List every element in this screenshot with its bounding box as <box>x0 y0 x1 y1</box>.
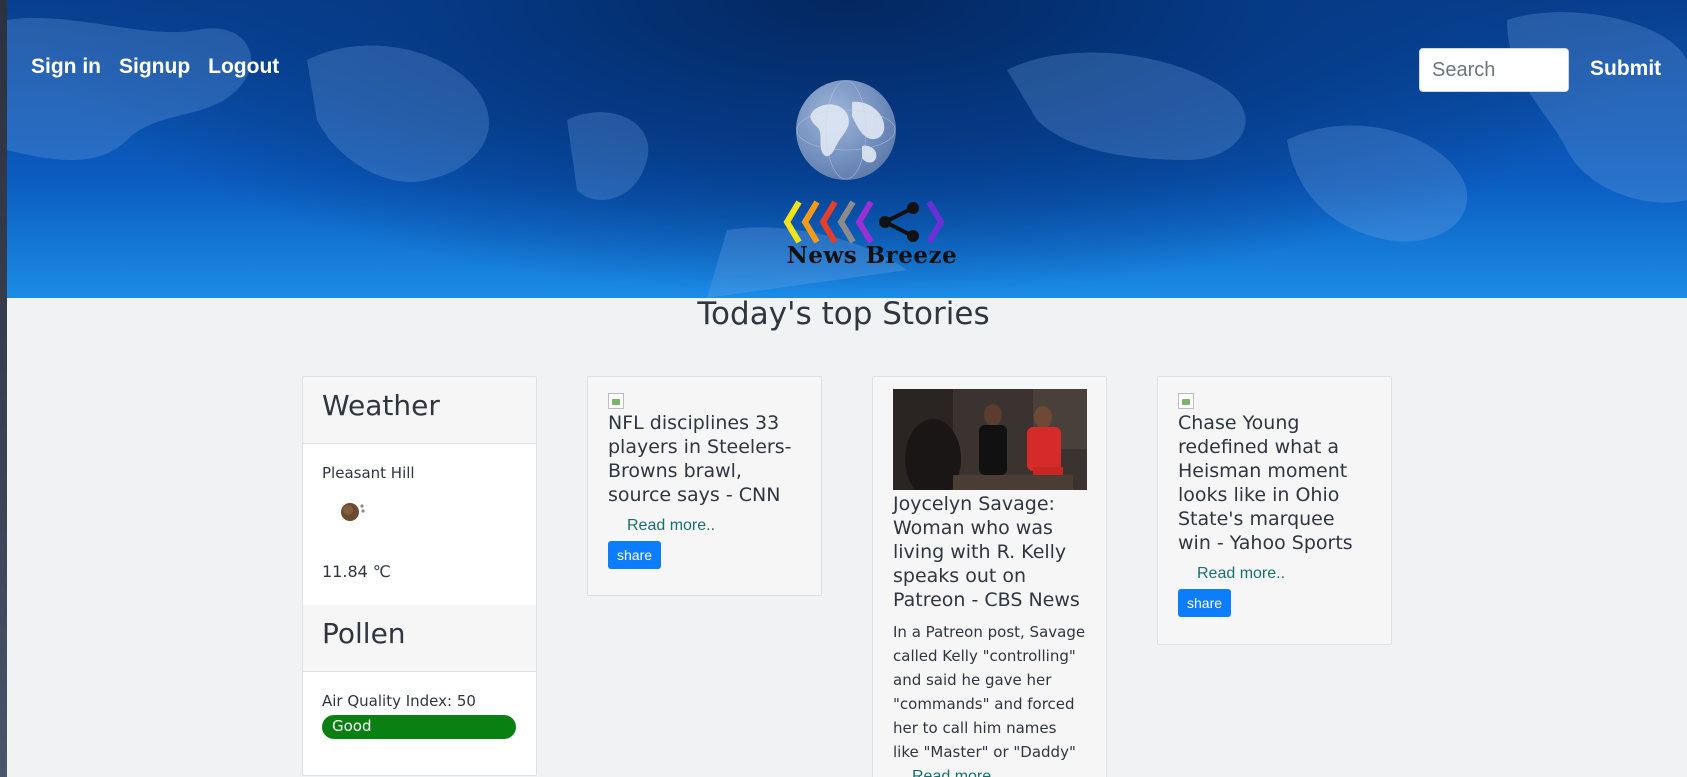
weather-temperature: 11.84 ℃ <box>322 562 391 581</box>
weather-heading: Weather <box>303 377 536 444</box>
search-input[interactable] <box>1419 48 1569 92</box>
read-more-link[interactable]: Read more.. <box>1197 565 1371 583</box>
read-more-link[interactable]: Read more.. <box>912 768 1086 777</box>
auth-nav: Sign in Signup Logout <box>31 55 279 79</box>
signin-link[interactable]: Sign in <box>31 55 101 79</box>
news-breeze-logo: News Breeze <box>777 196 967 270</box>
signup-link[interactable]: Signup <box>119 55 190 79</box>
story-title: Joycelyn Savage: Woman who was living wi… <box>893 493 1080 611</box>
weather-body: Pleasant Hill 11.84 ℃ <box>303 444 536 605</box>
air-quality-status-badge: Good <box>322 715 516 739</box>
share-button[interactable]: share <box>608 541 662 569</box>
rain-cloud-icon <box>341 503 365 521</box>
story-card: NFL disciplines 33 players in Steelers-B… <box>587 376 822 596</box>
story-title: Chase Young redefined what a Heisman mom… <box>1178 412 1353 554</box>
read-more-link[interactable]: Read more.. <box>627 517 801 535</box>
share-chevrons-icon <box>783 200 945 244</box>
page-title: Today's top Stories <box>697 296 990 332</box>
story-title: NFL disciplines 33 players in Steelers-B… <box>608 412 792 506</box>
logo-text: News Breeze <box>786 242 958 269</box>
globe-icon <box>796 80 896 180</box>
air-quality-index: Air Quality Index: 50 <box>322 692 476 710</box>
weather-pollen-card: Weather Pleasant Hill 11.84 ℃ Pollen Air… <box>302 376 537 776</box>
pollen-body: Air Quality Index: 50 Good <box>303 672 536 775</box>
weather-location: Pleasant Hill <box>322 464 415 482</box>
broken-image-icon <box>1178 393 1194 409</box>
window-edge <box>0 0 7 777</box>
broken-image-icon <box>608 393 624 409</box>
story-description: In a Patreon post, Savage called Kelly "… <box>893 623 1086 761</box>
pollen-heading: Pollen <box>303 605 536 672</box>
story-photo <box>893 389 1087 490</box>
header-banner: Sign in Signup Logout Submit News Br <box>7 0 1687 298</box>
story-card: Chase Young redefined what a Heisman mom… <box>1157 376 1392 645</box>
share-button[interactable]: share <box>1178 589 1232 617</box>
submit-button[interactable]: Submit <box>1590 57 1661 81</box>
logout-link[interactable]: Logout <box>208 55 279 79</box>
story-card: Joycelyn Savage: Woman who was living wi… <box>872 376 1107 777</box>
